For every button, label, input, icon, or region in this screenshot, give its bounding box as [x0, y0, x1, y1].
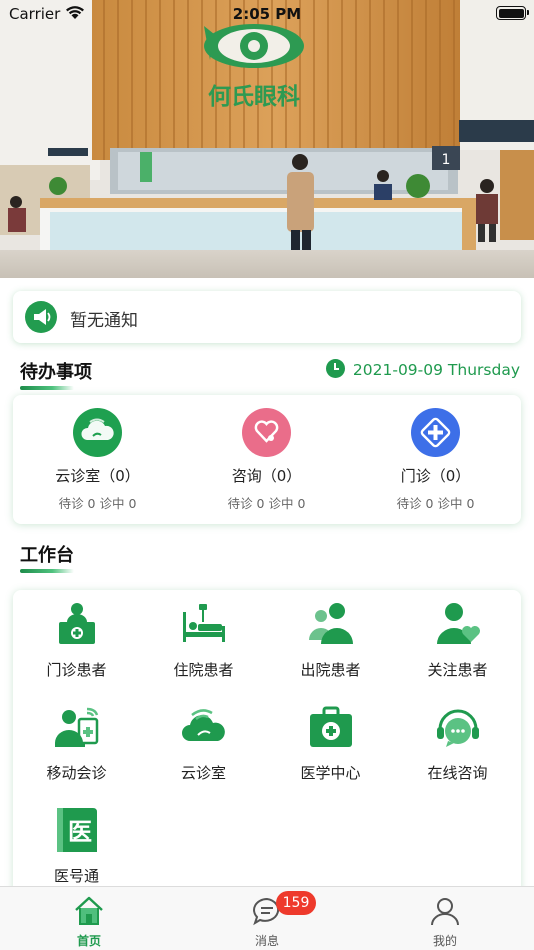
message-count-badge: 159 [276, 891, 316, 915]
medical-kit-icon [307, 703, 355, 751]
svg-text:1: 1 [442, 152, 451, 168]
megaphone-icon [25, 301, 57, 333]
person-heart-icon [434, 600, 482, 648]
work-item-label: 关注患者 [427, 661, 488, 679]
work-item-label: 云诊室 [180, 764, 226, 782]
work-item-label: 门诊患者 [46, 661, 107, 679]
cloud-clinic-icon [73, 408, 122, 457]
home-icon [73, 895, 105, 927]
doctor-desk-icon [53, 600, 101, 648]
tab-label: 我的 [432, 934, 457, 948]
tab-label: 首页 [76, 934, 101, 948]
notice-text: 暂无通知 [70, 311, 138, 331]
date-text: 2021-09-09 Thursday [352, 361, 520, 379]
svg-text:医: 医 [68, 818, 92, 846]
work-item-label: 出院患者 [300, 661, 361, 679]
todo-label: 云诊室（0） [55, 467, 140, 485]
tab-home[interactable]: 首页 [0, 887, 178, 950]
chat-headset-icon [434, 703, 482, 751]
work-item-online-consult[interactable]: 在线咨询 [394, 693, 521, 793]
title-underline [20, 569, 74, 573]
clock-time: 2:05 PM [232, 5, 302, 23]
work-item-medical-center[interactable]: 医学中心 [267, 693, 394, 793]
work-item-label: 医号通 [53, 867, 99, 885]
tab-label: 消息 [254, 934, 279, 948]
todo-item-consult[interactable]: 咨询（0） 待诊 0 诊中 0 [182, 395, 351, 524]
workbench-card: 门诊患者 住院患者 出院患者 关注患者 移动会诊 云诊室 医学中心 在线咨询 医… [13, 590, 521, 910]
work-item-discharged-patients[interactable]: 出院患者 [267, 590, 394, 690]
work-item-inpatient-patients[interactable]: 住院患者 [140, 590, 267, 690]
todo-sub: 待诊 0 诊中 0 [227, 496, 306, 511]
work-item-cloud-clinic[interactable]: 云诊室 [140, 693, 267, 793]
todo-title-text: 待办事项 [20, 362, 92, 383]
work-item-label: 移动会诊 [46, 764, 107, 782]
date-display: 2021-09-09 Thursday [325, 359, 520, 379]
todo-item-outpatient[interactable]: 门诊（0） 待诊 0 诊中 0 [351, 395, 520, 524]
todo-section-title: 待办事项 [20, 358, 92, 390]
yi-book-icon: 医 [53, 806, 101, 854]
work-item-label: 医学中心 [300, 764, 361, 782]
medical-cross-icon [411, 408, 460, 457]
todo-sub: 待诊 0 诊中 0 [58, 496, 137, 511]
todo-label: 门诊（0） [400, 467, 471, 485]
status-bar: Carrier 2:05 PM [0, 0, 534, 28]
work-item-outpatient-patients[interactable]: 门诊患者 [13, 590, 140, 690]
battery-icon [496, 6, 529, 20]
workbench-section-title: 工作台 [20, 541, 74, 573]
todo-sub: 待诊 0 诊中 0 [396, 496, 475, 511]
work-item-yi-hao-tong[interactable]: 医 医号通 [13, 796, 140, 896]
work-item-label: 住院患者 [173, 661, 234, 679]
work-item-followed-patients[interactable]: 关注患者 [394, 590, 521, 690]
stethoscope-heart-icon [242, 408, 291, 457]
user-icon [429, 895, 461, 927]
cloud-icon [180, 703, 228, 751]
clock-icon [325, 359, 345, 378]
title-underline [20, 386, 74, 390]
hero-banner-photo: 何氏眼科 1 [0, 0, 534, 278]
workbench-title-text: 工作台 [20, 545, 74, 566]
todo-item-cloud-clinic[interactable]: 云诊室（0） 待诊 0 诊中 0 [13, 395, 182, 524]
work-item-mobile-consult[interactable]: 移动会诊 [13, 693, 140, 793]
notice-bar[interactable]: 暂无通知 [13, 291, 521, 343]
people-icon [307, 600, 355, 648]
todo-card: 云诊室（0） 待诊 0 诊中 0 咨询（0） 待诊 0 诊中 0 门诊（0） 待… [13, 395, 521, 524]
tab-mine[interactable]: 我的 [356, 887, 534, 950]
work-item-label: 在线咨询 [427, 764, 488, 782]
hospital-bed-icon [180, 600, 228, 648]
hero-sign-text: 何氏眼科 [208, 84, 300, 110]
todo-label: 咨询（0） [231, 467, 302, 485]
tab-bar: 首页 159 消息 我的 [0, 886, 534, 950]
tab-messages[interactable]: 159 消息 [178, 887, 356, 950]
mobile-consult-icon [53, 703, 101, 751]
